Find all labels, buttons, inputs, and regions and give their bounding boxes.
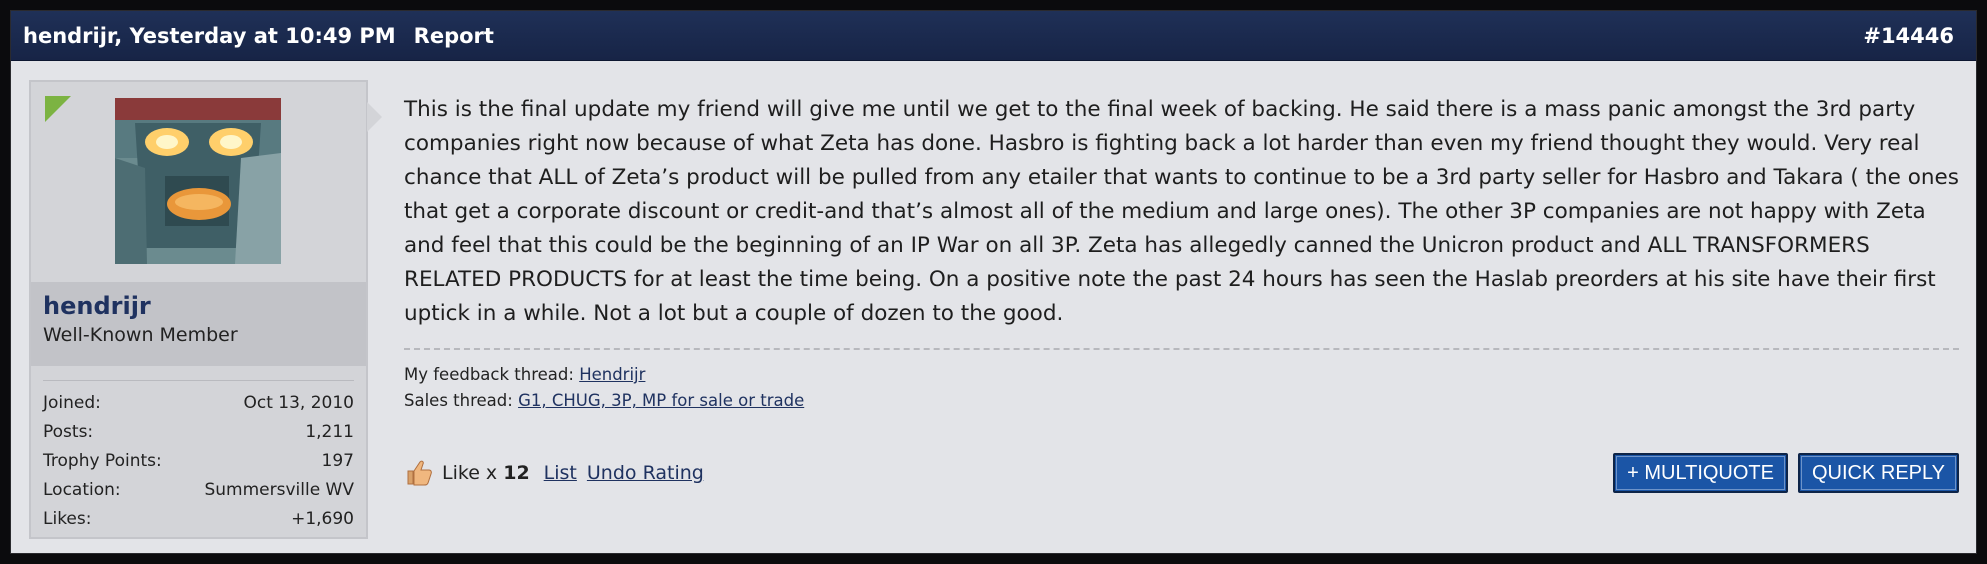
stat-posts: Posts: 1,211 — [43, 418, 354, 447]
user-stats: Joined: Oct 13, 2010 Posts: 1,211 Trophy… — [43, 380, 354, 534]
post-header: hendrijr, Yesterday at 10:49 PM Report #… — [11, 11, 1976, 61]
stat-value[interactable]: 1,211 — [305, 418, 354, 447]
online-indicator-icon — [45, 96, 71, 122]
like-count: 12 — [503, 462, 530, 484]
like-summary: Like x 12 — [442, 462, 530, 484]
stat-joined: Joined: Oct 13, 2010 — [43, 389, 354, 418]
message-body: This is the final update my friend will … — [404, 97, 1959, 326]
multiquote-button[interactable]: + MULTIQUOTE — [1613, 453, 1788, 493]
forum-post: hendrijr, Yesterday at 10:49 PM Report #… — [10, 10, 1977, 554]
feedback-label: My feedback thread: — [404, 365, 574, 384]
stat-label: Trophy Points: — [43, 451, 162, 471]
like-list-link[interactable]: List — [544, 462, 577, 484]
like-prefix: Like x — [442, 462, 498, 484]
stat-likes: Likes: +1,690 — [43, 505, 354, 534]
quick-reply-button[interactable]: QUICK REPLY — [1798, 453, 1959, 493]
signature-sales-line: Sales thread: G1, CHUG, 3P, MP for sale … — [404, 388, 1959, 414]
avatar[interactable] — [115, 98, 281, 264]
thumbs-up-icon[interactable] — [404, 458, 434, 488]
feedback-thread-link[interactable]: Hendrijr — [579, 365, 645, 384]
stat-value: +1,690 — [291, 509, 354, 529]
username-link[interactable]: hendrijr — [43, 292, 354, 320]
report-link[interactable]: Report — [414, 24, 494, 48]
stat-label: Likes: — [43, 509, 92, 529]
user-title: Well-Known Member — [43, 324, 238, 346]
stat-label: Posts: — [43, 422, 94, 442]
signature: My feedback thread: Hendrijr Sales threa… — [404, 348, 1959, 414]
post-footer: Like x 12 List Undo Rating + MULTIQUOTE … — [404, 449, 1959, 497]
post-actions: + MULTIQUOTE QUICK REPLY — [1613, 453, 1959, 493]
stat-label: Joined: — [43, 393, 101, 413]
robot-avatar-image — [115, 98, 281, 264]
post-number-link[interactable]: #14446 — [1863, 24, 1964, 48]
undo-rating-link[interactable]: Undo Rating — [587, 462, 704, 484]
stat-label: Location: — [43, 480, 121, 500]
stat-value: Oct 13, 2010 — [243, 393, 355, 413]
stat-trophy-points: Trophy Points: 197 — [43, 447, 354, 476]
stat-location: Location: Summersville WV — [43, 476, 354, 505]
sales-thread-link[interactable]: G1, CHUG, 3P, MP for sale or trade — [518, 391, 804, 410]
user-info-panel: hendrijr Well-Known Member Joined: Oct 1… — [29, 80, 382, 539]
post-author-time[interactable]: hendrijr, Yesterday at 10:49 PM — [23, 24, 396, 48]
stat-value: Summersville WV — [204, 480, 354, 500]
stat-value[interactable]: 197 — [322, 447, 354, 476]
user-name-block: hendrijr Well-Known Member — [31, 282, 366, 366]
post-content: This is the final update my friend will … — [404, 93, 1959, 331]
signature-feedback-line: My feedback thread: Hendrijr — [404, 362, 1959, 388]
sales-label: Sales thread: — [404, 391, 513, 410]
speech-arrow — [367, 102, 382, 132]
